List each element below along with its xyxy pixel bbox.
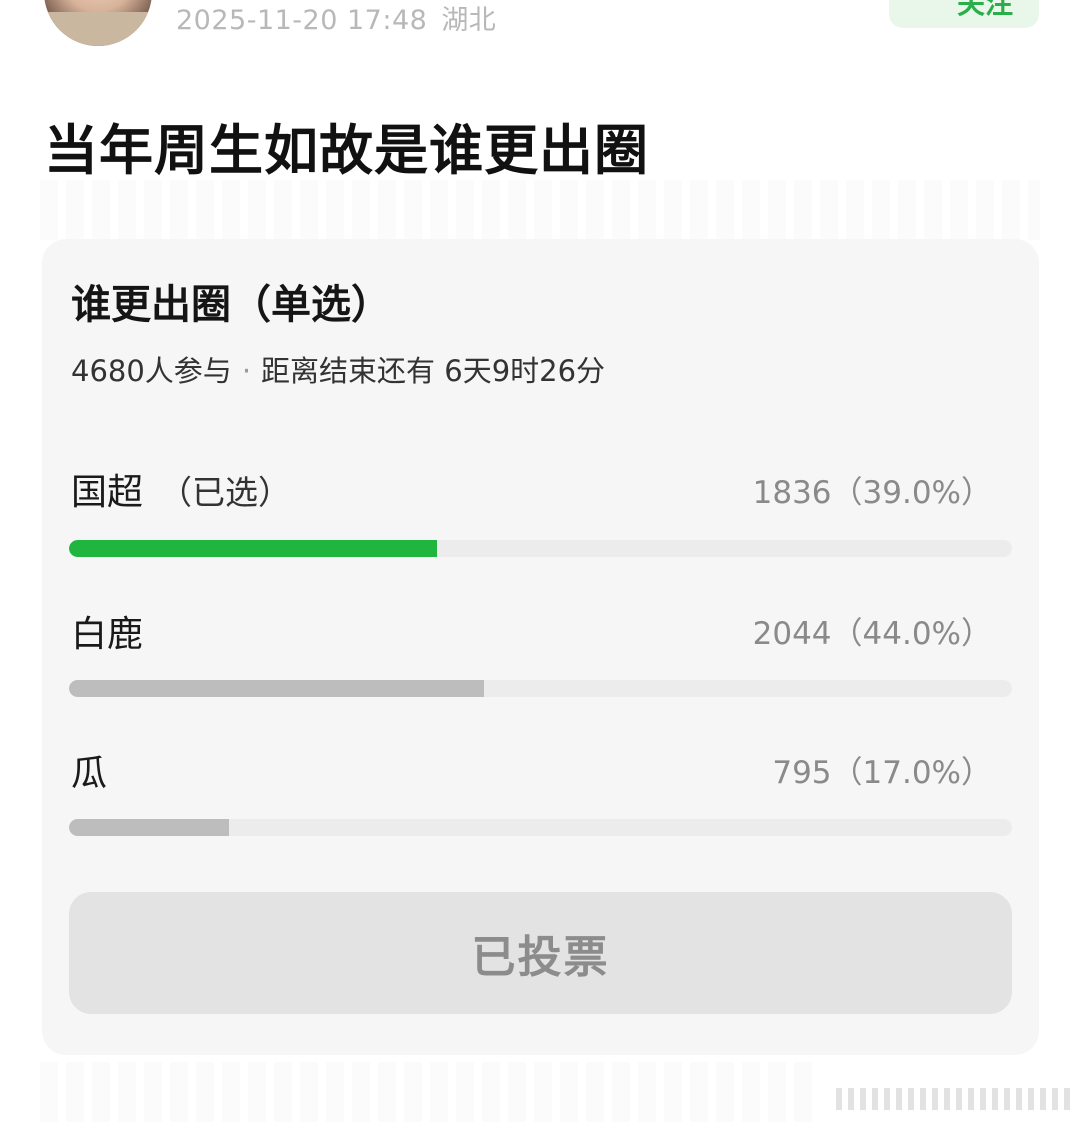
post-title: 当年周生如故是谁更出圈: [44, 119, 649, 182]
watermark-dots: [836, 1088, 1072, 1110]
option-bar-track: [69, 680, 1012, 697]
option-selected-tag: （已选）: [159, 473, 292, 512]
option-label: 瓜: [71, 753, 108, 794]
option-bar-track: [69, 540, 1012, 557]
option-bar-fill: [69, 680, 484, 697]
poll-card: 谁更出圈（单选） 4680人参与 · 距离结束还有 6天9时26分 国超 （已选） 1…: [42, 239, 1039, 1055]
poll-option-gua[interactable]: 瓜: [71, 744, 123, 796]
post-meta: 2025-11-20 17:48 湖北: [176, 0, 496, 37]
post-timestamp: 2025-11-20 17:48: [176, 5, 428, 36]
poll-info: 4680人参与 · 距离结束还有 6天9时26分: [71, 348, 605, 390]
background-text-shadow: [40, 180, 1040, 240]
option-count: 2044（44.0%）: [752, 616, 992, 652]
poll-info-separator: ·: [241, 354, 252, 388]
voted-button[interactable]: 已投票: [69, 892, 1012, 1014]
follow-button-label: 关注: [956, 0, 1013, 20]
poll-deadline: 距离结束还有 6天9时26分: [261, 354, 606, 388]
option-count: 795（17.0%）: [772, 755, 992, 791]
post-page: 2025-11-20 17:48 湖北 关注 当年周生如故是谁更出圈 谁更出圈（单…: [0, 0, 1080, 1122]
option-bar-fill: [69, 819, 230, 836]
follow-button[interactable]: 关注: [889, 0, 1039, 28]
poll-title: 谁更出圈（单选）: [71, 282, 391, 328]
option-label: 国超: [71, 472, 144, 513]
option-bar-fill: [69, 540, 437, 557]
poll-option-bailu[interactable]: 白鹿: [71, 605, 159, 657]
background-text-shadow: [40, 1062, 820, 1122]
option-label: 白鹿: [71, 614, 144, 655]
option-count: 1836（39.0%）: [752, 475, 992, 511]
poll-participants: 4680人参与: [71, 354, 232, 388]
option-bar-track: [69, 819, 1012, 836]
poll-option-guochao[interactable]: 国超 （已选）: [71, 463, 291, 515]
avatar-collar: [44, 12, 152, 46]
avatar[interactable]: [44, 0, 152, 46]
post-location: 湖北: [441, 5, 497, 36]
